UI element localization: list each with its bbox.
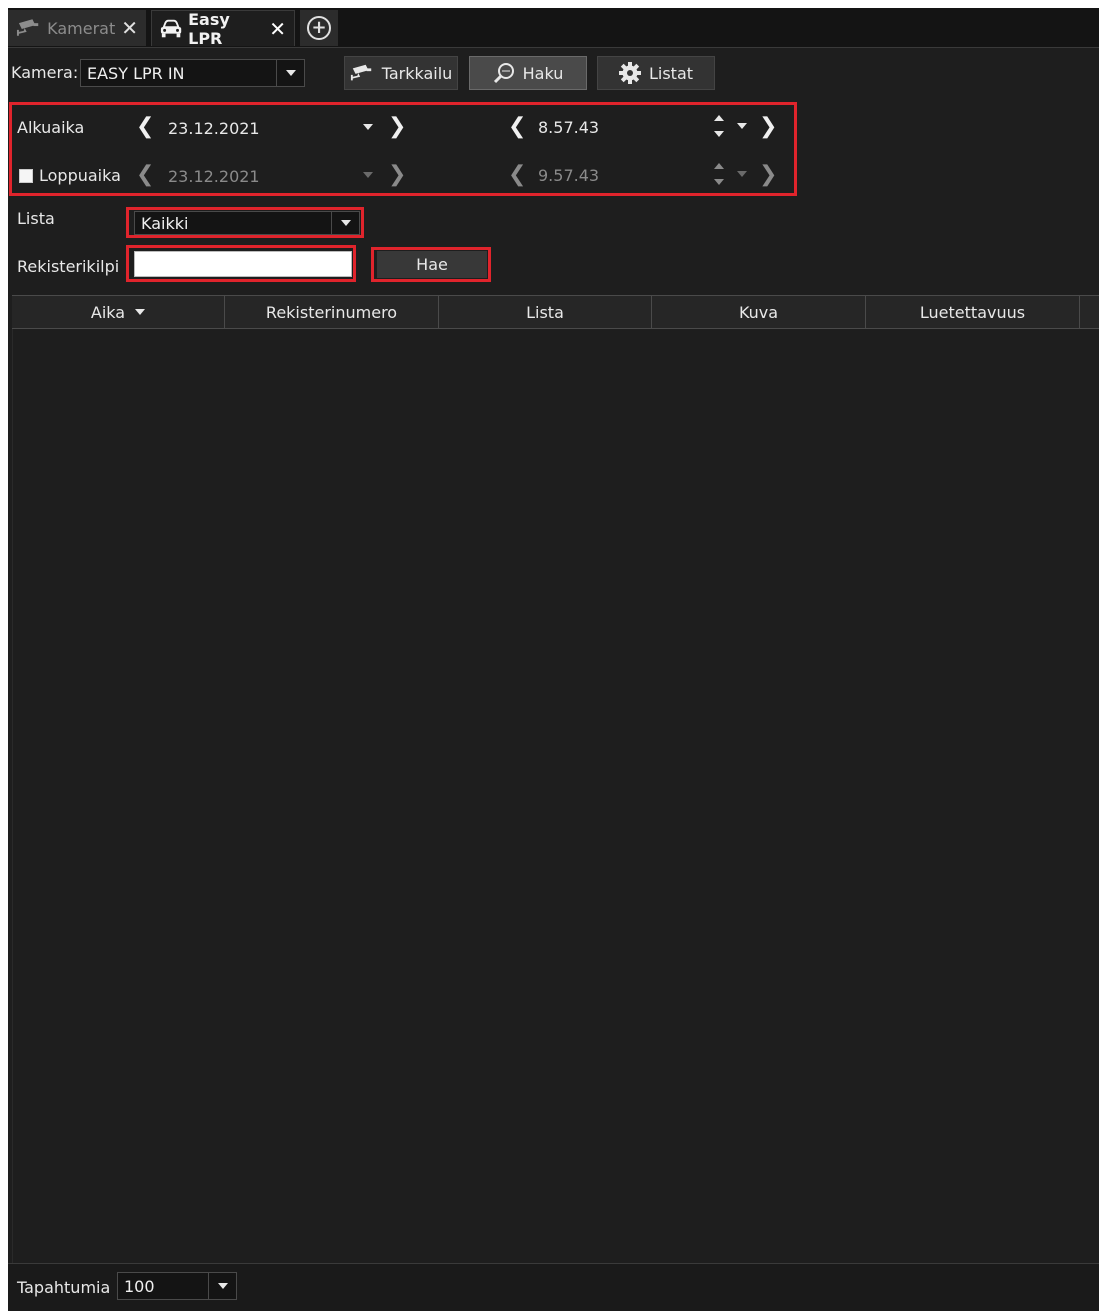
results-table-header: Aika Rekisterinumero Lista Kuva Luetetta… — [12, 295, 1099, 329]
prev-date-icon[interactable]: ❮ — [136, 116, 154, 138]
date-dropdown-icon[interactable] — [363, 124, 373, 130]
footer-bar: Tapahtumia 100 — [8, 1263, 1099, 1311]
prev-date-icon: ❮ — [136, 162, 155, 187]
tab-easy-lpr[interactable]: Easy LPR ✕ — [151, 9, 295, 48]
end-time-label: Loppuaika — [39, 166, 121, 185]
chevron-down-icon[interactable] — [208, 1273, 236, 1299]
column-label: Lista — [526, 302, 564, 322]
tarkkailu-button[interactable]: Tarkkailu — [344, 56, 458, 90]
next-date-icon[interactable]: ❯ — [388, 116, 406, 138]
tab-kamerat[interactable]: Kamerat ✕ — [8, 10, 146, 46]
column-header-aika[interactable]: Aika — [12, 296, 225, 328]
haku-label: Haku — [522, 63, 564, 83]
listat-button[interactable]: Listat — [597, 56, 715, 90]
plate-highlight — [126, 245, 356, 282]
list-highlight — [126, 207, 364, 238]
time-spinner-icon — [714, 163, 724, 185]
tab-bar: Kamerat ✕ Easy LPR ✕ + — [8, 8, 1099, 48]
start-time-label: Alkuaika — [17, 118, 85, 137]
end-date-value: 23.12.2021 — [168, 167, 260, 186]
column-header-luetettavuus[interactable]: Luetettavuus — [866, 296, 1080, 328]
time-dropdown-icon[interactable] — [737, 123, 747, 129]
start-date-value[interactable]: 23.12.2021 — [168, 119, 260, 138]
list-label: Lista — [17, 209, 55, 228]
prev-time-icon: ❮ — [508, 162, 527, 187]
start-time-value[interactable]: 8.57.43 — [538, 118, 599, 137]
tab-label: Easy LPR — [188, 9, 230, 48]
events-label: Tapahtumia — [17, 1278, 111, 1297]
next-time-icon[interactable]: ❯ — [759, 116, 777, 138]
next-time-icon: ❯ — [759, 162, 778, 187]
events-count-value: 100 — [124, 1276, 155, 1296]
events-count-select[interactable]: 100 — [117, 1272, 237, 1300]
tarkkailu-label: Tarkkailu — [381, 63, 453, 83]
cctv-camera-icon — [16, 19, 39, 36]
chevron-down-icon[interactable] — [276, 60, 304, 86]
car-icon — [160, 19, 182, 37]
gear-icon — [618, 62, 641, 84]
column-label: Luetettavuus — [919, 302, 1026, 322]
haku-button[interactable]: Haku — [469, 56, 587, 90]
plate-label: Rekisterikilpi — [17, 257, 120, 276]
column-label: Rekisterinumero — [265, 302, 398, 322]
end-time-checkbox[interactable] — [19, 169, 33, 183]
cctv-camera-icon — [350, 64, 371, 81]
column-header-lista[interactable]: Lista — [439, 296, 652, 328]
close-icon[interactable]: ✕ — [121, 16, 138, 40]
hae-highlight — [371, 247, 491, 282]
camera-label: Kamera: — [11, 63, 79, 82]
end-time-value: 9.57.43 — [538, 166, 600, 185]
app-window: Kamerat ✕ Easy LPR ✕ + Kamera: EASY LPR … — [8, 8, 1099, 1311]
time-spinner-icon[interactable] — [714, 115, 724, 137]
column-label: Kuva — [738, 302, 779, 322]
camera-select[interactable]: EASY LPR IN — [80, 59, 305, 87]
time-dropdown-icon — [737, 171, 747, 177]
plus-icon: + — [307, 16, 331, 40]
column-header-kuva[interactable]: Kuva — [652, 296, 866, 328]
next-date-icon: ❯ — [388, 162, 407, 187]
column-header-rekisterinumero[interactable]: Rekisterinumero — [225, 296, 439, 328]
tab-label: Kamerat — [47, 18, 116, 38]
prev-time-icon[interactable]: ❮ — [508, 116, 526, 138]
results-table-body — [12, 329, 1099, 1263]
sort-desc-icon — [135, 309, 146, 315]
date-dropdown-icon — [363, 172, 373, 178]
search-icon — [493, 63, 514, 84]
listat-label: Listat — [648, 63, 694, 83]
column-label: Aika — [90, 302, 126, 322]
camera-select-value: EASY LPR IN — [87, 63, 185, 83]
close-icon[interactable]: ✕ — [269, 17, 286, 41]
add-tab-button[interactable]: + — [300, 10, 338, 46]
